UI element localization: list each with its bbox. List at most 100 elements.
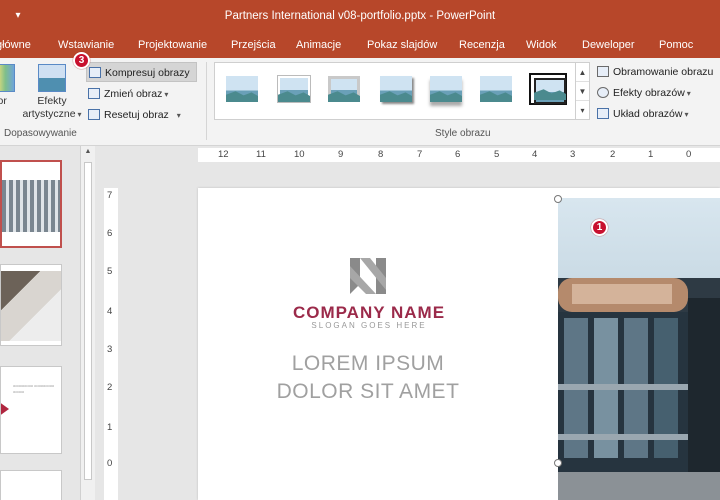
tab-developer[interactable]: Deweloper [582, 39, 635, 51]
ruler-number: 8 [378, 149, 384, 160]
ruler-number: 4 [532, 149, 538, 160]
chevron-down-icon: ▾ [164, 90, 169, 99]
ribbon-tabs: główne Wstawianie Projektowanie Przejści… [0, 34, 720, 58]
chevron-down-icon: ▾ [686, 89, 691, 98]
ribbon: lor Efekty artystyczne▾ Kompresuj obrazy… [0, 58, 720, 146]
artistic-effects-label-1: Efekty [37, 95, 67, 107]
chevron-down-icon: ▾ [77, 110, 82, 119]
tab-view[interactable]: Widok [526, 39, 557, 51]
tab-animations[interactable]: Animacje [296, 39, 341, 51]
slide-thumbnail-panel: ooooooooo ooooooooo ooooo [0, 146, 80, 500]
gallery-down-icon[interactable]: ▼ [576, 82, 589, 101]
adjust-group-label: Dopasowywanie [4, 128, 77, 139]
building-illustration [558, 278, 720, 500]
slide-thumbnail-2[interactable] [0, 264, 62, 346]
artistic-effects-icon [38, 64, 66, 92]
picture-border-label: Obramowanie obrazu [613, 66, 714, 78]
ruler-number: 1 [648, 149, 654, 160]
compress-pictures-button[interactable]: Kompresuj obrazy [86, 62, 197, 82]
picture-effects-icon [597, 87, 609, 98]
color-button[interactable]: lor [0, 64, 16, 108]
picture-border-button[interactable]: Obramowanie obrazu [595, 62, 713, 82]
thumbnail-scrollbar[interactable]: ▲ [80, 146, 95, 500]
scroll-up-icon[interactable]: ▲ [81, 148, 95, 160]
thumb-text: ooooooooo ooooooooo ooooo [13, 383, 55, 394]
compress-icon [89, 67, 101, 78]
vertical-ruler: 7 6 5 4 3 2 1 0 [104, 188, 118, 500]
picture-style-4[interactable] [377, 73, 415, 105]
ruler-number: 6 [455, 149, 461, 160]
ruler-number: 0 [686, 149, 692, 160]
tab-slideshow[interactable]: Pokaz slajdów [367, 39, 437, 51]
company-logo-icon [350, 258, 386, 294]
ruler-number: 3 [107, 344, 113, 355]
tab-insert[interactable]: Wstawianie [58, 39, 114, 51]
scroll-thumb[interactable] [84, 162, 92, 480]
ruler-number: 10 [294, 149, 305, 160]
ruler-number: 3 [570, 149, 576, 160]
slide-thumbnail-1[interactable] [0, 160, 62, 248]
interior-image [1, 271, 61, 341]
ruler-number: 11 [256, 149, 266, 160]
lorem-line-2: DOLOR SIT AMET [276, 380, 460, 403]
picture-style-6[interactable] [477, 73, 515, 105]
lorem-line-1: LOREM IPSUM [291, 352, 445, 375]
group-separator [206, 62, 207, 140]
building-image [2, 180, 60, 232]
ruler-number: 4 [107, 306, 113, 317]
reset-picture-button[interactable]: Resetuj obraz ▾ [86, 105, 181, 125]
gallery-more-icon[interactable]: ▾ [576, 101, 589, 120]
tab-transitions[interactable]: Przejścia [231, 39, 276, 51]
ruler-number: 5 [494, 149, 500, 160]
color-label: lor [0, 95, 7, 107]
tab-design[interactable]: Projektowanie [138, 39, 207, 51]
artistic-effects-label-2: artystyczne [22, 108, 76, 120]
picture-border-icon [597, 66, 609, 77]
window-title: Partners International v08-portfolio.ppt… [224, 10, 496, 22]
color-icon [0, 64, 15, 92]
diamond-shape [1, 399, 9, 419]
picture-effects-label: Efekty obrazów [613, 87, 685, 99]
ruler-number: 7 [417, 149, 423, 160]
picture-effects-button[interactable]: Efekty obrazów ▾ [595, 83, 691, 103]
picture-layout-icon [597, 108, 609, 119]
ruler-number: 2 [610, 149, 616, 160]
building-photo[interactable] [558, 198, 720, 500]
tab-home[interactable]: główne [0, 39, 31, 51]
ruler-number: 12 [218, 149, 229, 160]
gallery-scroll: ▲ ▼ ▾ [576, 62, 590, 120]
tab-review[interactable]: Recenzja [459, 39, 505, 51]
picture-style-3[interactable] [325, 73, 363, 105]
picture-style-2[interactable] [275, 73, 313, 105]
chevron-down-icon: ▾ [176, 111, 181, 120]
slide-thumbnail-4[interactable] [0, 470, 62, 500]
resize-handle-bottom-left[interactable] [554, 459, 562, 467]
reset-picture-label: Resetuj obraz [104, 109, 169, 121]
slogan: SLOGAN GOES HERE [311, 321, 427, 330]
step-badge-3: 3 [73, 52, 90, 69]
picture-layout-button[interactable]: Układ obrazów ▾ [595, 104, 688, 124]
slide-canvas[interactable]: COMPANY NAME SLOGAN GOES HERE LOREM IPSU… [198, 188, 720, 500]
gallery-up-icon[interactable]: ▲ [576, 63, 589, 82]
title-bar: ▾ Partners International v08-portfolio.p… [0, 0, 720, 34]
change-picture-label: Zmień obraz [104, 88, 163, 100]
picture-style-7[interactable] [529, 73, 567, 105]
styles-group-label: Style obrazu [435, 128, 491, 139]
change-picture-icon [88, 88, 100, 99]
ruler-number: 2 [107, 382, 113, 393]
ruler-number: 6 [107, 228, 113, 239]
ruler-number: 1 [107, 422, 113, 433]
artistic-effects-button[interactable]: Efekty artystyczne ▾ [20, 64, 84, 121]
slide-thumbnail-3[interactable]: ooooooooo ooooooooo ooooo [0, 366, 62, 454]
reset-picture-icon [88, 109, 100, 120]
company-name: COMPANY NAME [292, 303, 446, 322]
picture-style-1[interactable] [223, 73, 261, 105]
resize-handle-top-left[interactable] [554, 195, 562, 203]
compress-pictures-label: Kompresuj obrazy [105, 67, 190, 79]
picture-style-5[interactable] [427, 73, 465, 105]
chevron-down-icon: ▾ [684, 110, 689, 119]
change-picture-button[interactable]: Zmień obraz ▾ [86, 84, 168, 104]
picture-styles-gallery [214, 62, 576, 120]
tab-help[interactable]: Pomoc [659, 39, 693, 51]
ruler-number: 9 [338, 149, 344, 160]
